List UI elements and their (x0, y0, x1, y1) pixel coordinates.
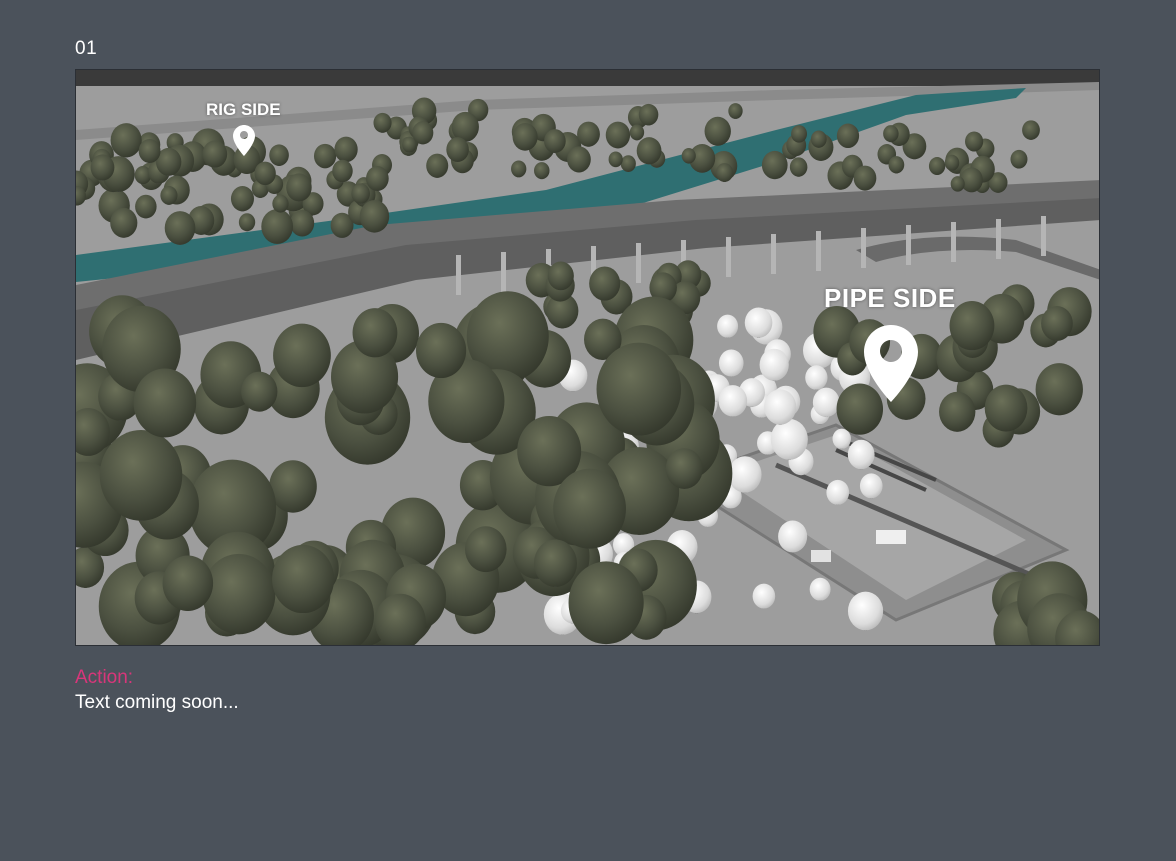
pipe-side-label: PIPE SIDE (824, 283, 956, 313)
action-text: Text coming soon... (75, 692, 239, 713)
rig-side-label: RIG SIDE (206, 100, 281, 119)
scene-render: RIG SIDE PIPE SIDE (75, 69, 1100, 646)
frame-number: 01 (75, 38, 98, 59)
aerial-3d-render (76, 70, 1099, 645)
action-label: Action: (75, 667, 134, 688)
top-dark-strip (76, 70, 1099, 86)
